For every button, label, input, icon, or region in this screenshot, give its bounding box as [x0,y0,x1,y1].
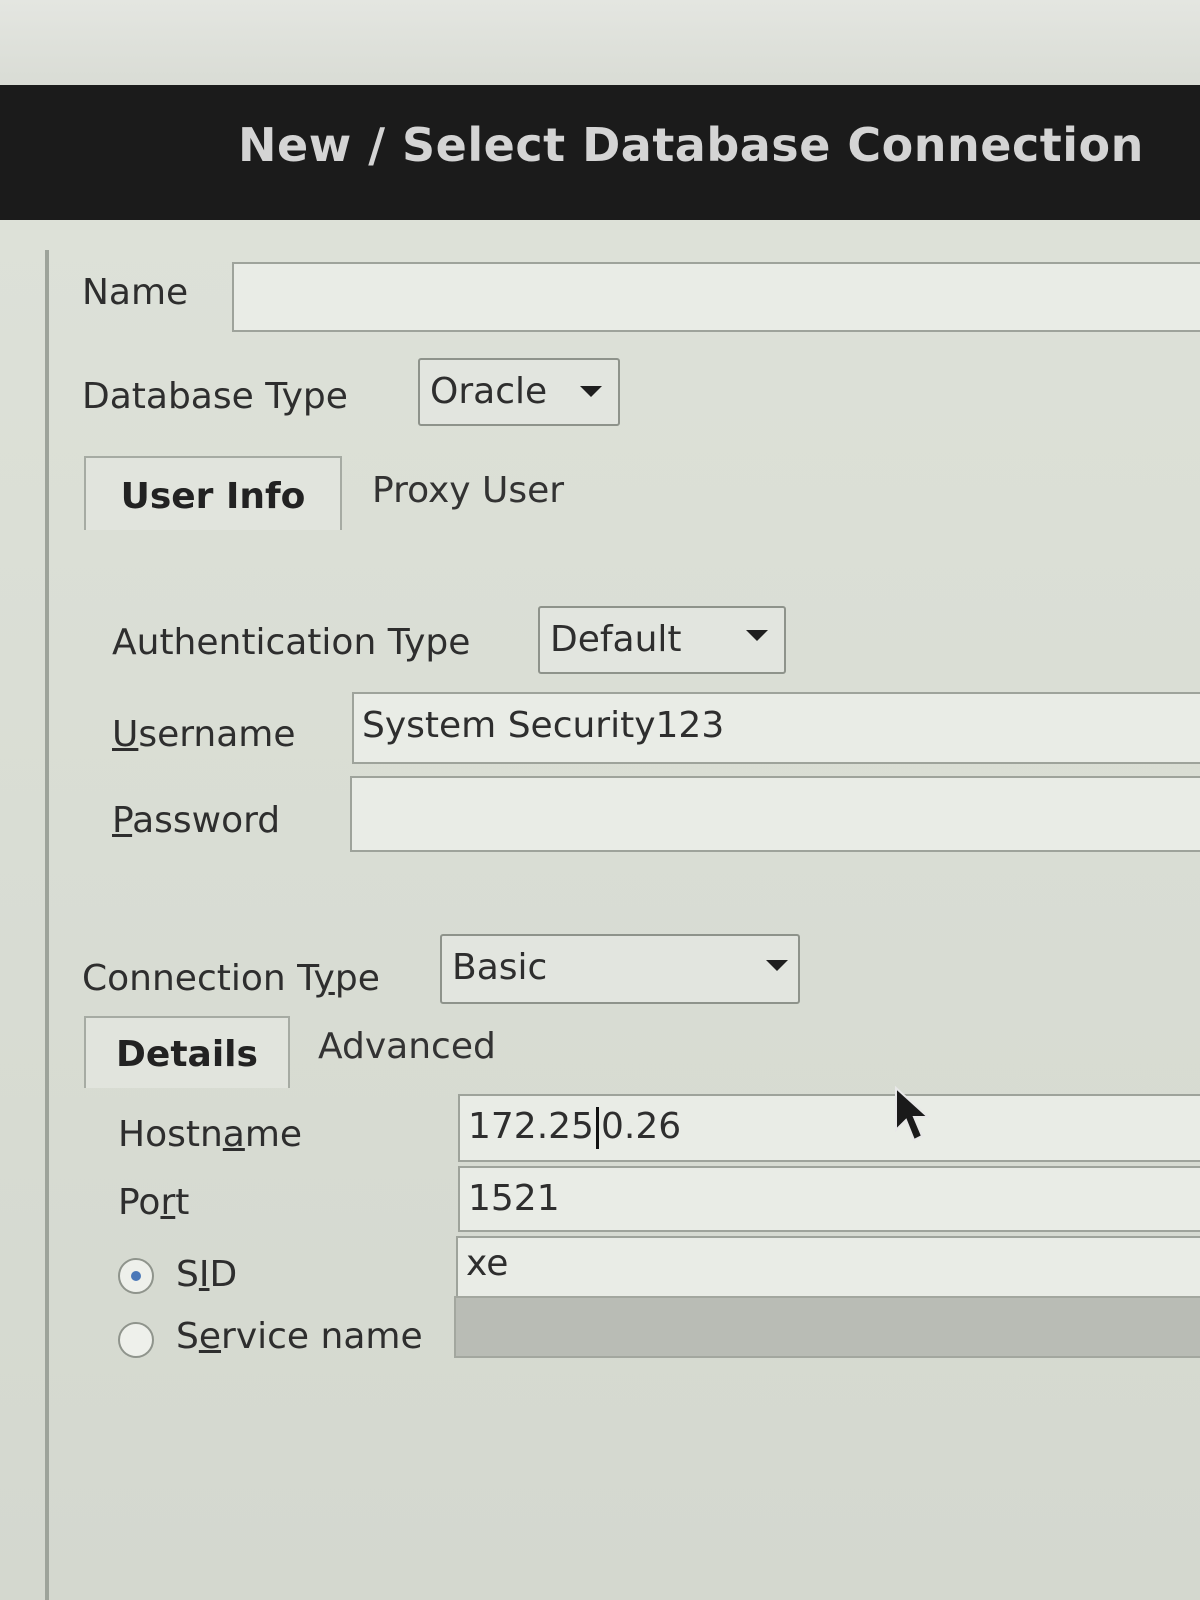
service-name-label-a: S [176,1316,199,1357]
name-input[interactable] [232,262,1200,332]
password-input[interactable] [350,776,1200,852]
connection-type-label: Connection Type [82,958,380,999]
username-label-rest: sername [138,714,296,755]
service-name-input[interactable] [454,1296,1200,1358]
database-type-value: Oracle [430,371,548,412]
connection-type-label-a: Connection T [82,958,314,999]
service-name-radio[interactable] [118,1322,154,1358]
password-label: Password [112,800,280,841]
database-type-label: Database Type [82,376,348,417]
connection-type-mnemonic: y [313,958,335,999]
connection-type-value: Basic [452,947,548,988]
service-name-label-b: rvice name [221,1316,423,1357]
dialog-title: New / Select Database Connection [238,118,1144,172]
service-name-label: Service name [176,1316,423,1357]
hostname-input[interactable]: 172.25 0.26 [458,1094,1200,1162]
sid-label: SID [176,1254,237,1295]
hostname-label-a: Hostn [118,1114,223,1155]
authentication-type-value: Default [550,619,682,660]
password-mnemonic: P [112,800,133,841]
authentication-type-label: Authentication Type [112,622,471,663]
tab-details[interactable]: Details [84,1016,290,1088]
connection-type-select[interactable]: Basic [440,934,800,1004]
hostname-value-part2: 0.26 [600,1106,682,1147]
tab-advanced[interactable]: Advanced [318,1026,496,1067]
sid-label-b: D [209,1254,238,1295]
radio-selected-dot [131,1271,141,1281]
port-input[interactable]: 1521 [458,1166,1200,1232]
chevron-down-icon [766,960,788,971]
chevron-down-icon [580,386,602,397]
database-type-select[interactable]: Oracle [418,358,620,426]
port-label-a: Po [118,1182,161,1223]
sid-radio[interactable] [118,1258,154,1294]
hostname-label: Hostname [118,1114,302,1155]
hostname-value-part1: 172.25 [468,1106,594,1147]
username-mnemonic: U [112,714,139,755]
connection-type-label-b: pe [334,958,380,999]
tab-user-info[interactable]: User Info [84,456,342,530]
username-label: Username [112,714,296,755]
sid-input[interactable]: xe [456,1236,1200,1298]
text-caret [595,1107,599,1149]
desktop-top-strip [0,0,1200,85]
authentication-type-select[interactable]: Default [538,606,786,674]
sid-mnemonic: I [198,1254,210,1295]
tab-proxy-user[interactable]: Proxy User [372,470,564,511]
dialog-body [0,220,1200,1600]
service-name-mnemonic: e [198,1316,222,1357]
mouse-pointer-icon [895,1086,931,1142]
port-label-b: t [175,1182,190,1223]
port-label: Port [118,1182,189,1223]
chevron-down-icon [746,630,768,641]
username-input[interactable]: System Security123 [352,692,1200,764]
port-mnemonic: r [160,1182,176,1223]
password-label-rest: assword [132,800,281,841]
sid-label-a: S [176,1254,199,1295]
hostname-mnemonic: a [222,1114,245,1155]
left-panel-divider [45,250,49,1600]
hostname-label-b: me [244,1114,303,1155]
name-label: Name [82,272,189,313]
